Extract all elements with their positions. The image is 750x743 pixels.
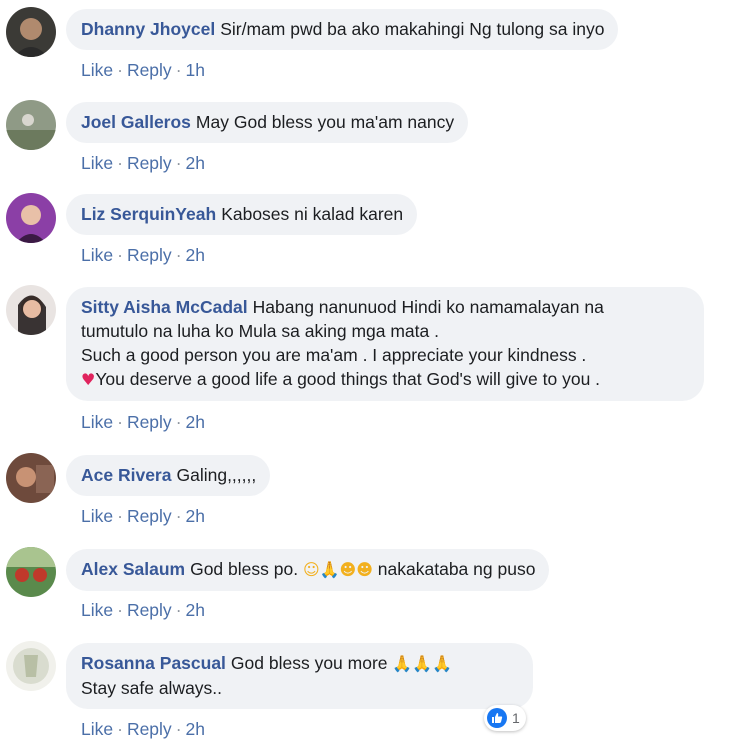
comment-actions: Like · Reply · 2h (81, 600, 205, 621)
separator: · (117, 153, 123, 173)
comment-actions: Like · Reply · 2h (81, 719, 205, 740)
comment-time[interactable]: 2h (186, 245, 205, 265)
avatar[interactable] (6, 100, 56, 150)
comment-text: Habang nanunuod Hindi ko namamalayan na (252, 297, 604, 317)
comment-text: God bless you more (230, 653, 388, 673)
pray-icon: 🙏 (412, 654, 433, 673)
avatar-image (6, 285, 56, 335)
comment-time[interactable]: 2h (186, 506, 205, 526)
comment-bubble: Liz SerquinYeah Kaboses ni kalad karen (66, 194, 418, 235)
comment-text: Kaboses ni kalad karen (221, 204, 404, 224)
avatar-image (6, 100, 56, 150)
comment-bubble: Alex Salaum God bless po. ☺🙏☻☻ nakakataba… (66, 549, 550, 591)
comment-text: tumutulo na luha ko Mula sa aking mga ma… (81, 321, 439, 341)
relieved-face-icon: ☺ (302, 560, 320, 579)
like-link[interactable]: Like (81, 60, 113, 80)
separator: · (117, 412, 123, 432)
like-link[interactable]: Like (81, 719, 113, 739)
avatar[interactable] (6, 641, 56, 691)
reply-link[interactable]: Reply (127, 600, 172, 620)
comment-actions: Like · Reply · 1h (81, 60, 205, 81)
pray-icon: 🙏 (319, 560, 340, 579)
comment-author[interactable]: Liz SerquinYeah (81, 204, 216, 224)
comment-text: God bless po. (190, 559, 299, 579)
reply-link[interactable]: Reply (127, 719, 172, 739)
comment-time[interactable]: 2h (186, 412, 205, 432)
avatar-image (6, 193, 56, 243)
like-link[interactable]: Like (81, 245, 113, 265)
comment-bubble: Rosanna Pascual God bless you more 🙏🙏🙏 St… (66, 643, 533, 709)
comment-text: Such a good person you are ma'am . I app… (81, 345, 587, 365)
separator: · (175, 245, 182, 265)
separator: · (117, 245, 123, 265)
comment-bubble: Sitty Aisha McCadal Habang nanunuod Hindi… (66, 287, 704, 401)
reply-link[interactable]: Reply (127, 245, 172, 265)
separator: · (117, 60, 123, 80)
separator: · (175, 719, 182, 739)
comment-text: You deserve a good life a good things th… (95, 369, 601, 389)
like-link[interactable]: Like (81, 506, 113, 526)
comment-time[interactable]: 2h (186, 600, 205, 620)
comment-text: Stay safe always.. (81, 678, 223, 698)
comment-text: nakakataba ng puso (377, 559, 536, 579)
comment-text: Galing,,,,,, (176, 465, 257, 485)
like-link[interactable]: Like (81, 412, 113, 432)
separator: · (117, 600, 123, 620)
comment-time[interactable]: 1h (186, 60, 205, 80)
separator: · (117, 506, 123, 526)
reply-link[interactable]: Reply (127, 60, 172, 80)
reply-link[interactable]: Reply (127, 412, 172, 432)
comment-text: Sir/mam pwd ba ako makahingi Ng tulong s… (220, 19, 605, 39)
comment-bubble: Joel Galleros May God bless you ma'am nan… (66, 102, 469, 143)
comment-author[interactable]: Ace Rivera (81, 465, 171, 485)
reply-link[interactable]: Reply (127, 506, 172, 526)
avatar[interactable] (6, 453, 56, 503)
avatar-image (6, 641, 56, 691)
avatar[interactable] (6, 7, 56, 57)
comment-actions: Like · Reply · 2h (81, 153, 205, 174)
kiss-face-icon: ☻ (339, 560, 357, 579)
avatar-image (6, 7, 56, 57)
avatar[interactable] (6, 547, 56, 597)
separator: · (117, 719, 123, 739)
separator: · (175, 506, 182, 526)
avatar-image (6, 547, 56, 597)
comment-author[interactable]: Rosanna Pascual (81, 653, 226, 673)
avatar[interactable] (6, 285, 56, 335)
like-link[interactable]: Like (81, 600, 113, 620)
comment-author[interactable]: Joel Galleros (81, 112, 191, 132)
pray-icon: 🙏 (432, 654, 453, 673)
like-thumb-icon (487, 708, 507, 728)
comment-actions: Like · Reply · 2h (81, 245, 205, 266)
kiss-face-icon: ☻ (356, 560, 373, 579)
comment-bubble: Dhanny Jhoycel Sir/mam pwd ba ako makahin… (66, 9, 619, 50)
comment-bubble: Ace Rivera Galing,,,,,, (66, 455, 271, 496)
pray-icon: 🙏 (392, 654, 413, 673)
reaction-summary[interactable]: 1 (484, 705, 526, 731)
comment-actions: Like · Reply · 2h (81, 506, 205, 527)
heart-icon: ♥ (81, 370, 96, 389)
reply-link[interactable]: Reply (127, 153, 172, 173)
comment-text: May God bless you ma'am nancy (195, 112, 455, 132)
comment-author[interactable]: Dhanny Jhoycel (81, 19, 215, 39)
comment-time[interactable]: 2h (186, 719, 205, 739)
separator: · (175, 60, 182, 80)
like-link[interactable]: Like (81, 153, 113, 173)
comment-actions: Like · Reply · 2h (81, 412, 205, 433)
comment-time[interactable]: 2h (186, 153, 205, 173)
comment-author[interactable]: Sitty Aisha McCadal (81, 297, 248, 317)
comment-author[interactable]: Alex Salaum (81, 559, 185, 579)
avatar-image (6, 453, 56, 503)
reaction-count: 1 (512, 710, 520, 726)
separator: · (175, 600, 182, 620)
avatar[interactable] (6, 193, 56, 243)
separator: · (175, 412, 182, 432)
separator: · (175, 153, 182, 173)
